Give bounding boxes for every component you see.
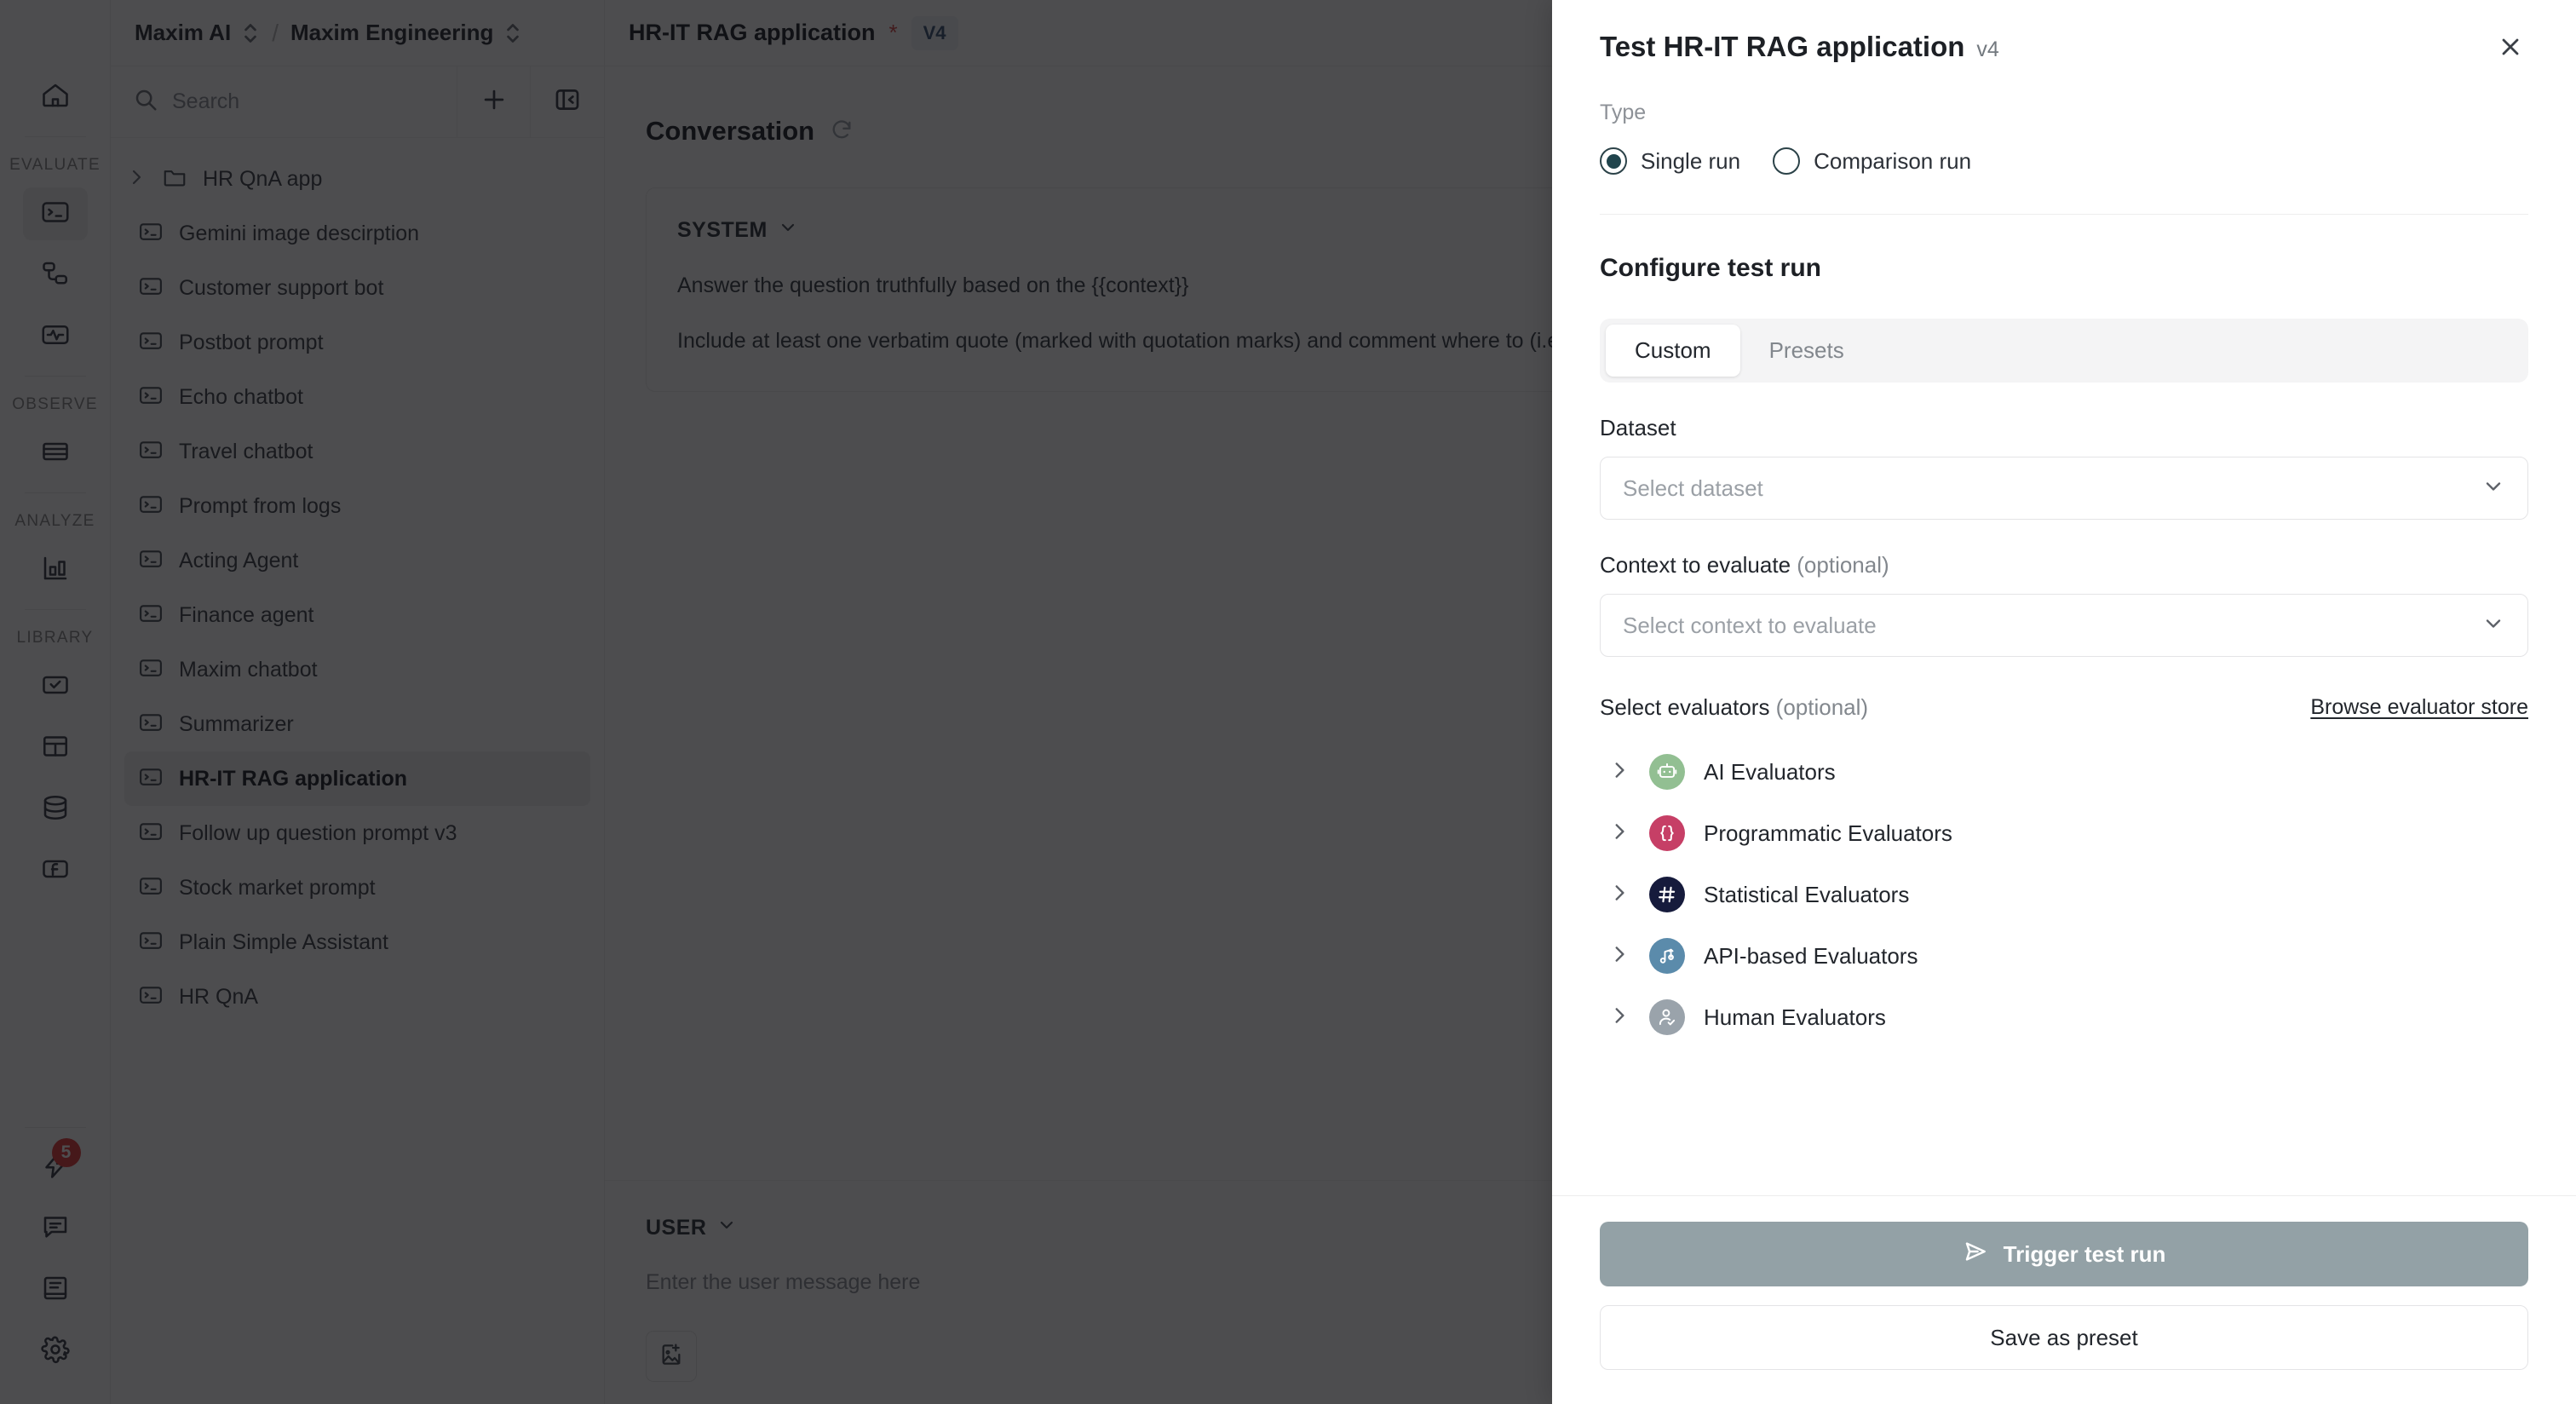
configure-heading: Configure test run bbox=[1600, 254, 2528, 283]
robot-icon bbox=[1649, 754, 1685, 790]
panel-title: Test HR-IT RAG application bbox=[1600, 31, 1964, 63]
trigger-test-run-button[interactable]: Trigger test run bbox=[1600, 1222, 2528, 1286]
tab-presets[interactable]: Presets bbox=[1740, 325, 1873, 377]
chevron-right-icon[interactable] bbox=[1608, 943, 1630, 970]
evaluator-group-label: Statistical Evaluators bbox=[1704, 882, 1909, 908]
radio-comparison-run[interactable]: Comparison run bbox=[1773, 147, 1971, 175]
evaluator-group-api[interactable]: API-based Evaluators bbox=[1600, 925, 2528, 987]
chevron-down-icon bbox=[2481, 475, 2505, 503]
context-label-text: Context to evaluate bbox=[1600, 552, 1797, 578]
evaluators-label-text: Select evaluators bbox=[1600, 694, 1776, 720]
radio-dot-icon bbox=[1773, 147, 1800, 175]
evaluator-group-label: Programmatic Evaluators bbox=[1704, 820, 1952, 847]
evaluators-optional-text: (optional) bbox=[1776, 694, 1868, 720]
chevron-right-icon[interactable] bbox=[1608, 882, 1630, 908]
evaluators-header: Select evaluators (optional) Browse eval… bbox=[1600, 694, 2528, 721]
evaluator-group-list: AI Evaluators Programmatic Evaluators St… bbox=[1600, 741, 2528, 1048]
context-placeholder: Select context to evaluate bbox=[1623, 613, 1877, 639]
evaluator-group-label: AI Evaluators bbox=[1704, 759, 1836, 785]
save-as-preset-label: Save as preset bbox=[1990, 1325, 2137, 1351]
run-type-radio-group: Single run Comparison run bbox=[1600, 147, 2528, 175]
panel-header: Test HR-IT RAG application v4 Type Singl… bbox=[1552, 0, 2576, 215]
hash-icon bbox=[1649, 877, 1685, 912]
context-label: Context to evaluate (optional) bbox=[1600, 552, 2528, 578]
dataset-select[interactable]: Select dataset bbox=[1600, 457, 2528, 520]
radio-label: Single run bbox=[1641, 148, 1740, 175]
dataset-placeholder: Select dataset bbox=[1623, 475, 1763, 502]
evaluator-group-label: API-based Evaluators bbox=[1704, 943, 1918, 970]
panel-version: v4 bbox=[1976, 37, 1998, 62]
config-mode-tabs: Custom Presets bbox=[1600, 319, 2528, 383]
evaluators-label: Select evaluators (optional) bbox=[1600, 694, 1868, 721]
evaluator-group-label: Human Evaluators bbox=[1704, 1004, 1886, 1031]
user-check-icon bbox=[1649, 999, 1685, 1035]
trigger-test-run-label: Trigger test run bbox=[2004, 1241, 2166, 1268]
context-optional-text: (optional) bbox=[1797, 552, 1889, 578]
test-run-panel: Test HR-IT RAG application v4 Type Singl… bbox=[1552, 0, 2576, 1404]
save-as-preset-button[interactable]: Save as preset bbox=[1600, 1305, 2528, 1370]
dataset-label: Dataset bbox=[1600, 415, 2528, 441]
app-root: EVALUATE OBSERVE bbox=[0, 0, 2576, 1404]
close-panel-button[interactable] bbox=[2493, 31, 2528, 66]
radio-label: Comparison run bbox=[1814, 148, 1971, 175]
chevron-right-icon[interactable] bbox=[1608, 1004, 1630, 1031]
radio-dot-selected-icon bbox=[1600, 147, 1627, 175]
tab-custom[interactable]: Custom bbox=[1606, 325, 1740, 377]
context-select[interactable]: Select context to evaluate bbox=[1600, 594, 2528, 657]
panel-title-row: Test HR-IT RAG application v4 bbox=[1600, 31, 2528, 66]
send-icon bbox=[1963, 1239, 1988, 1270]
chevron-down-icon bbox=[2481, 612, 2505, 640]
panel-body: Configure test run Custom Presets Datase… bbox=[1552, 215, 2576, 1195]
braces-icon bbox=[1649, 815, 1685, 851]
evaluator-group-programmatic[interactable]: Programmatic Evaluators bbox=[1600, 803, 2528, 864]
evaluator-group-ai[interactable]: AI Evaluators bbox=[1600, 741, 2528, 803]
browse-evaluator-store-link[interactable]: Browse evaluator store bbox=[2310, 695, 2528, 720]
chevron-right-icon[interactable] bbox=[1608, 759, 1630, 785]
api-node-icon bbox=[1649, 938, 1685, 974]
chevron-right-icon[interactable] bbox=[1608, 820, 1630, 847]
evaluator-group-human[interactable]: Human Evaluators bbox=[1600, 987, 2528, 1048]
panel-footer: Trigger test run Save as preset bbox=[1552, 1195, 2576, 1404]
close-icon bbox=[2497, 33, 2524, 65]
radio-single-run[interactable]: Single run bbox=[1600, 147, 1740, 175]
evaluator-group-statistical[interactable]: Statistical Evaluators bbox=[1600, 864, 2528, 925]
type-label: Type bbox=[1600, 101, 2528, 125]
